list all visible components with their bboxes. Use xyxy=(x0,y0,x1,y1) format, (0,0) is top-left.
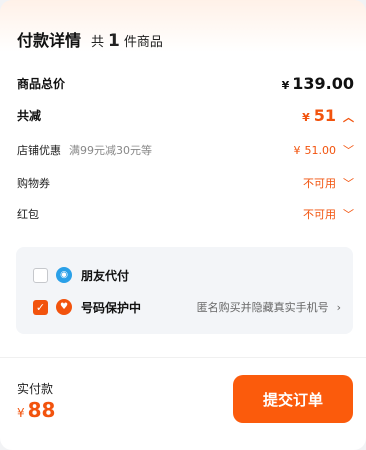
currency-symbol: ¥ xyxy=(293,143,301,157)
shield-icon: ♥ xyxy=(56,299,72,315)
chevron-down-icon[interactable]: ﹀ xyxy=(343,175,354,191)
chevron-right-icon: › xyxy=(336,300,341,314)
payment-details-panel: 付款详情 共 1 件商品 商品总价 ¥ 139.00 共减 ¥ 51 ︿ 店铺优… xyxy=(0,0,366,450)
shop-discount-rule: 满99元减30元等 xyxy=(69,144,152,157)
shop-discount-amount: 51.00 xyxy=(304,143,337,157)
coupon-value[interactable]: 不可用 ﹀ xyxy=(303,175,354,191)
chevron-down-icon[interactable]: ﹀ xyxy=(343,142,354,158)
number-protect-detail: 匿名购买并隐藏真实手机号 xyxy=(196,301,329,314)
total-reduce-value[interactable]: ¥ 51 ︿ xyxy=(302,106,354,125)
item-count-suffix: 件商品 xyxy=(123,35,163,50)
number-protect-label: 号码保护中 xyxy=(81,300,142,315)
shop-discount-row[interactable]: 店铺优惠 满99元减30元等 ¥ 51.00 ﹀ xyxy=(17,141,354,159)
friend-pay-label: 朋友代付 xyxy=(81,268,130,283)
item-count-number: 1 xyxy=(108,31,120,51)
friend-pay-icon: ◉ xyxy=(56,267,72,283)
total-price-value: ¥ 139.00 xyxy=(282,74,354,93)
actual-pay-label: 实付款 xyxy=(17,382,54,396)
submit-order-button[interactable]: 提交订单 xyxy=(233,375,353,423)
shop-discount-value[interactable]: ¥ 51.00 ﹀ xyxy=(294,142,355,158)
footer-divider xyxy=(0,357,366,358)
item-count: 共 1 件商品 xyxy=(91,31,163,51)
coupon-status: 不可用 xyxy=(303,177,336,190)
friend-pay-checkbox[interactable] xyxy=(33,267,48,283)
red-packet-value[interactable]: 不可用 ﹀ xyxy=(303,206,354,222)
actual-pay-amount: 88 xyxy=(27,398,56,422)
number-protect-detail-link[interactable]: 匿名购买并隐藏真实手机号 › xyxy=(197,299,341,315)
actual-pay-price: ¥ 88 xyxy=(17,398,55,422)
red-packet-status: 不可用 xyxy=(303,208,336,221)
item-count-prefix: 共 xyxy=(91,35,105,50)
currency-symbol: ¥ xyxy=(302,110,310,124)
red-packet-row[interactable]: 红包 不可用 ﹀ xyxy=(17,205,354,223)
total-reduce-row[interactable]: 共减 ¥ 51 ︿ xyxy=(17,105,354,125)
total-reduce-amount: 51 xyxy=(313,105,336,125)
red-packet-label: 红包 xyxy=(17,208,39,221)
coupon-label: 购物券 xyxy=(17,177,50,190)
chevron-up-icon[interactable]: ︿ xyxy=(343,109,354,125)
total-price-label: 商品总价 xyxy=(17,76,66,91)
coupon-row[interactable]: 购物券 不可用 ﹀ xyxy=(17,174,354,192)
payment-header: 付款详情 共 1 件商品 xyxy=(17,27,163,51)
page-title: 付款详情 xyxy=(17,31,82,50)
friend-pay-option[interactable]: ◉ 朋友代付 xyxy=(33,266,341,284)
total-price-row: 商品总价 ¥ 139.00 xyxy=(17,73,354,93)
currency-symbol: ¥ xyxy=(17,406,25,420)
number-protect-checkbox[interactable]: ✓ xyxy=(33,299,48,315)
number-protect-option[interactable]: ✓ ♥ 号码保护中 匿名购买并隐藏真实手机号 › xyxy=(33,298,341,316)
currency-symbol: ¥ xyxy=(281,78,290,92)
total-price-amount: 139.00 xyxy=(292,73,354,93)
payment-options-box: ◉ 朋友代付 ✓ ♥ 号码保护中 匿名购买并隐藏真实手机号 › xyxy=(16,247,353,334)
chevron-down-icon[interactable]: ﹀ xyxy=(343,206,354,222)
shop-discount-label: 店铺优惠 xyxy=(17,144,61,157)
total-reduce-label: 共减 xyxy=(17,108,42,123)
